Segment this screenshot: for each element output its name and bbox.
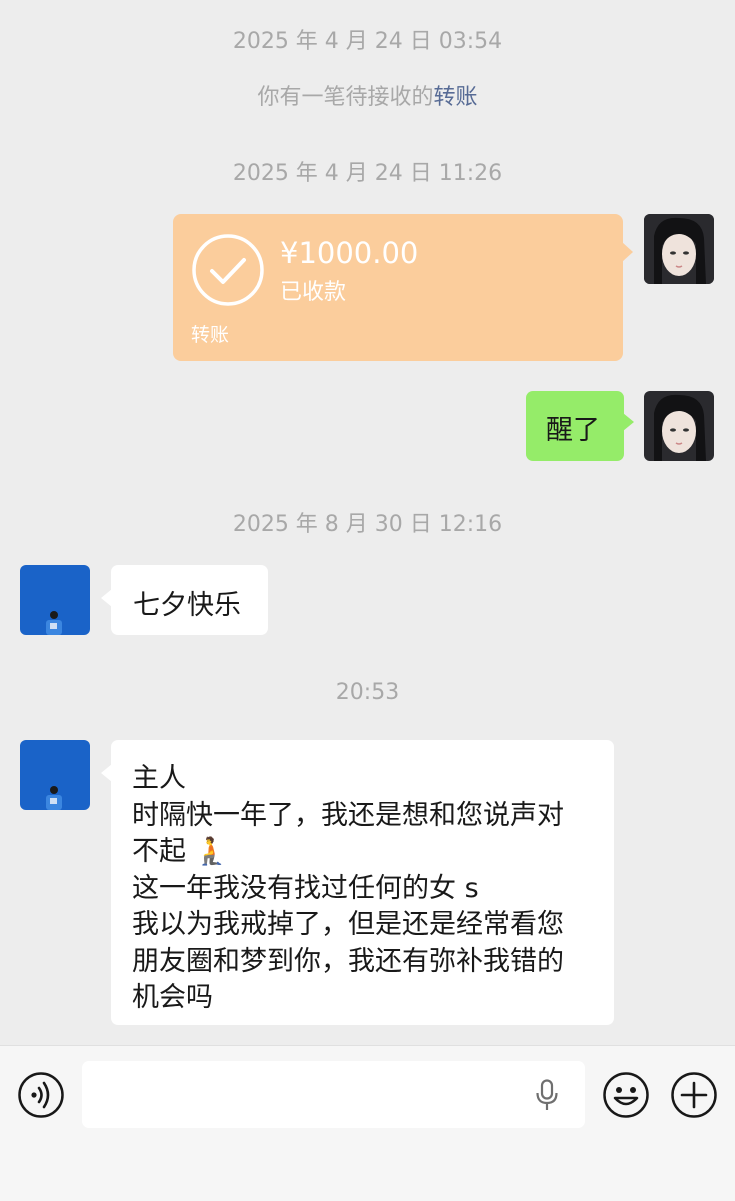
message-line: 机会吗 [132, 982, 213, 1013]
timestamp: 20:53 [335, 680, 400, 705]
avatar-portrait [644, 391, 714, 461]
system-notice: 你有一笔待接收的转账 [0, 79, 735, 111]
transfer-label: 转账 [191, 324, 230, 346]
transfer-link[interactable]: 转账 [434, 85, 478, 110]
avatar-contact[interactable] [20, 565, 90, 635]
received-message-bubble[interactable]: 主人 时隔快一年了，我还是想和您说声对 不起 🧎 这一年我没有找过任何的女 s … [101, 740, 614, 1025]
message-text: 主人 时隔快一年了，我还是想和您说声对 不起 🧎 这一年我没有找过任何的女 s … [132, 761, 614, 1017]
check-circle-icon [192, 234, 264, 306]
system-notice-text: 你有一笔待接收的 [257, 85, 434, 110]
emoji-icon[interactable] [602, 1071, 650, 1119]
avatar-blue-figure [20, 565, 90, 635]
message-line: 时隔快一年了，我还是想和您说声对 [132, 799, 564, 831]
received-message-bubble[interactable]: 七夕快乐 [101, 565, 268, 635]
message-line: 不起 🧎 [132, 836, 229, 867]
timestamp: 2025 年 4 月 24 日 03:54 [232, 29, 503, 54]
message-text: 七夕快乐 [133, 590, 241, 621]
transfer-amount: ¥1000.00 [280, 236, 419, 270]
transfer-status: 已收款 [280, 280, 347, 305]
input-bar [0, 1045, 735, 1201]
message-line: 我以为我戒掉了，但是还是经常看您 [132, 909, 564, 940]
message-text: 醒了 [546, 415, 600, 446]
avatar-portrait [644, 214, 714, 284]
message-line: 朋友圈和梦到你，我还有弥补我错的 [132, 945, 564, 977]
microphone-icon[interactable] [535, 1079, 559, 1111]
avatar-self[interactable] [644, 391, 714, 461]
bubble-tail [101, 764, 112, 782]
message-line: 主人 [132, 763, 186, 794]
plus-icon[interactable] [670, 1071, 718, 1119]
avatar-blue-figure [20, 740, 90, 810]
timestamp: 2025 年 8 月 30 日 12:16 [232, 512, 503, 537]
timestamp: 2025 年 4 月 24 日 11:26 [232, 161, 503, 186]
message-line: 这一年我没有找过任何的女 s [132, 872, 479, 904]
bubble-tail [622, 242, 633, 262]
message-input[interactable] [82, 1061, 585, 1128]
avatar-self[interactable] [644, 214, 714, 284]
bubble-tail [101, 589, 112, 607]
transfer-card[interactable]: ¥1000.00 已收款 转账 [173, 214, 633, 361]
bubble-tail [623, 413, 634, 431]
sent-message-bubble[interactable]: 醒了 [526, 391, 634, 461]
avatar-contact[interactable] [20, 740, 90, 810]
voice-toggle-icon[interactable] [17, 1071, 65, 1119]
